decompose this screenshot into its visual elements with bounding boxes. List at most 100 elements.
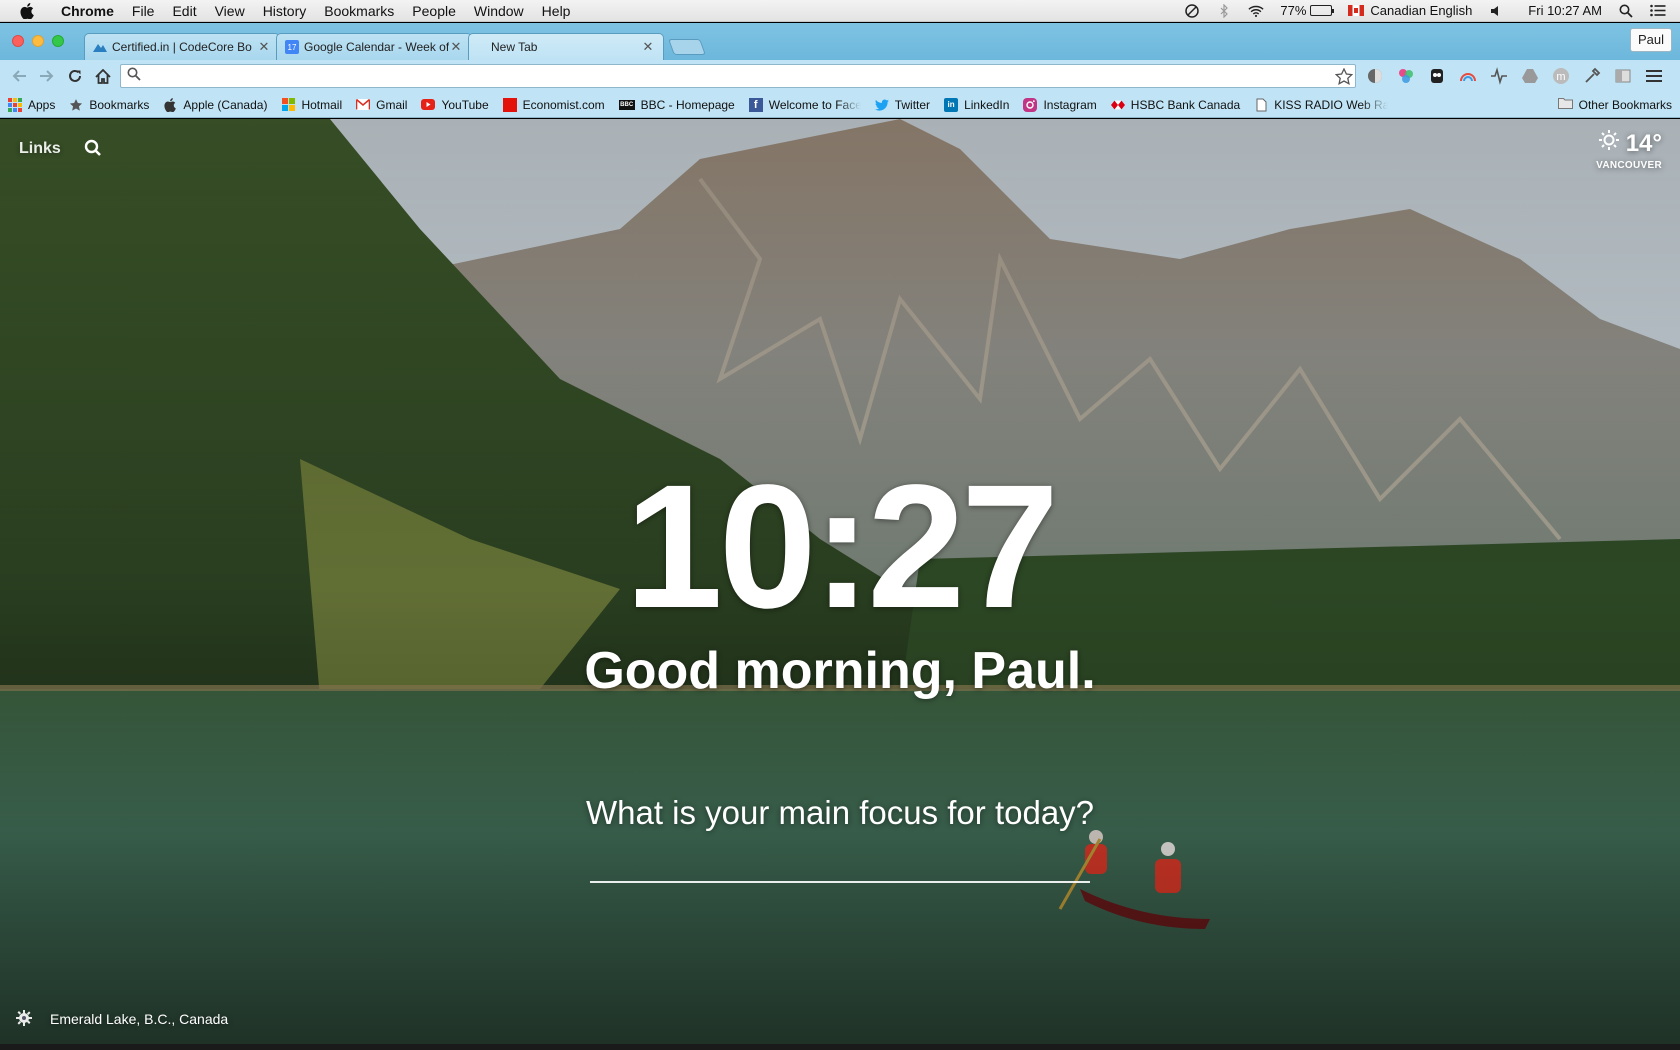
extension-m-icon[interactable]: m bbox=[1550, 65, 1572, 87]
input-source-label: Canadian English bbox=[1370, 3, 1473, 18]
tab-new-tab[interactable]: New Tab ✕ bbox=[468, 33, 664, 60]
notification-center-icon[interactable] bbox=[1650, 3, 1666, 19]
menu-file[interactable]: File bbox=[123, 0, 164, 22]
bookmark-label: LinkedIn bbox=[964, 97, 1010, 112]
browser-toolbar: m bbox=[0, 60, 1680, 92]
page-icon bbox=[1254, 98, 1268, 112]
youtube-icon bbox=[421, 98, 436, 112]
bookmark-label: Instagram bbox=[1043, 97, 1097, 112]
reload-button[interactable] bbox=[62, 63, 88, 89]
bookmark-label: Twitter bbox=[894, 97, 931, 112]
bookmark-apps[interactable]: Apps bbox=[8, 97, 55, 112]
settings-gear-icon[interactable] bbox=[15, 1009, 35, 1029]
tab-close-icon[interactable]: ✕ bbox=[257, 39, 271, 55]
extension-rainbow-icon[interactable] bbox=[1457, 65, 1479, 87]
focus-question: What is your main focus for today? bbox=[585, 794, 1095, 831]
focus-input[interactable] bbox=[590, 841, 1090, 881]
battery-indicator[interactable]: 77% bbox=[1280, 3, 1335, 18]
menu-window[interactable]: Window bbox=[465, 0, 533, 22]
input-source[interactable]: Canadian English bbox=[1348, 3, 1472, 18]
twitter-icon bbox=[874, 98, 889, 112]
bookmark-gmail[interactable]: Gmail bbox=[356, 98, 407, 112]
bookmark-facebook[interactable]: f Welcome to Faceboo bbox=[748, 97, 861, 112]
instagram-icon bbox=[1023, 97, 1038, 112]
bookmark-kiss-radio[interactable]: KISS RADIO Web Rad bbox=[1254, 98, 1388, 112]
bbc-icon: BBC bbox=[618, 99, 635, 110]
chrome-menu-icon[interactable] bbox=[1643, 65, 1665, 87]
menu-people[interactable]: People bbox=[403, 0, 465, 22]
extension-circle-icon[interactable] bbox=[1364, 65, 1386, 87]
main-clock: 10:27 bbox=[624, 449, 1059, 645]
menu-app-chrome[interactable]: Chrome bbox=[52, 0, 123, 22]
weather-city: VANCOUVER bbox=[1596, 160, 1662, 171]
extension-colorpick-icon[interactable] bbox=[1395, 65, 1417, 87]
bookmark-instagram[interactable]: Instagram bbox=[1023, 97, 1097, 112]
profile-button[interactable]: Paul bbox=[1629, 28, 1672, 52]
window-zoom-button[interactable] bbox=[52, 35, 64, 47]
forward-button[interactable] bbox=[34, 63, 60, 89]
tab-close-icon[interactable]: ✕ bbox=[449, 39, 463, 55]
bookmark-label: Apple (Canada) bbox=[183, 97, 268, 112]
apps-grid-icon bbox=[8, 97, 22, 112]
do-not-disturb-icon[interactable] bbox=[1184, 3, 1200, 19]
momentum-new-tab-page: Links 14° VANCOUVER 10:27 Good morning, … bbox=[0, 119, 1680, 1050]
extension-pulse-icon[interactable] bbox=[1488, 65, 1510, 87]
macos-menu-bar: Chrome File Edit View History Bookmarks … bbox=[0, 0, 1680, 22]
bookmark-hsbc[interactable]: HSBC Bank Canada bbox=[1110, 98, 1240, 112]
gmail-icon bbox=[356, 98, 371, 112]
omnibox[interactable] bbox=[120, 64, 1356, 88]
bookmark-linkedin[interactable]: in LinkedIn bbox=[944, 97, 1010, 112]
menu-history[interactable]: History bbox=[254, 0, 316, 22]
photo-location[interactable]: Emerald Lake, B.C., Canada bbox=[50, 1011, 228, 1027]
window-minimize-button[interactable] bbox=[32, 35, 44, 47]
window-close-button[interactable] bbox=[12, 35, 24, 47]
back-button[interactable] bbox=[6, 63, 32, 89]
search-icon[interactable] bbox=[84, 139, 104, 159]
bookmark-star-icon[interactable] bbox=[1333, 67, 1355, 85]
new-tab-button[interactable] bbox=[668, 39, 706, 55]
star-icon bbox=[69, 98, 83, 112]
bookmark-label: Gmail bbox=[376, 97, 408, 112]
omnibox-input[interactable] bbox=[141, 66, 1333, 86]
bluetooth-icon[interactable] bbox=[1216, 3, 1232, 19]
home-button[interactable] bbox=[90, 63, 116, 89]
battery-percent: 77% bbox=[1280, 3, 1307, 18]
menu-view[interactable]: View bbox=[206, 0, 254, 22]
bookmark-youtube[interactable]: YouTube bbox=[421, 97, 489, 112]
tab-title: Google Calendar - Week of bbox=[304, 40, 449, 54]
tab-close-icon[interactable]: ✕ bbox=[641, 39, 655, 55]
focus-input-underline bbox=[590, 881, 1090, 883]
extension-owl-icon[interactable] bbox=[1426, 65, 1448, 87]
tab-google-calendar[interactable]: 17 Google Calendar - Week of ✕ bbox=[276, 33, 472, 60]
wifi-icon[interactable] bbox=[1248, 3, 1264, 19]
bookmarks-bar: Apps Bookmarks Apple (Canada) Hotmail Gm… bbox=[0, 92, 1680, 118]
canada-flag-icon bbox=[1348, 5, 1365, 16]
extension-eyedropper-icon[interactable] bbox=[1581, 65, 1603, 87]
bookmark-bbc[interactable]: BBC BBC - Homepage bbox=[618, 98, 735, 112]
links-button[interactable]: Links bbox=[19, 140, 61, 158]
tab-codecore[interactable]: Certified.in | CodeCore Bo ✕ bbox=[84, 33, 280, 60]
bookmark-apple-canada[interactable]: Apple (Canada) bbox=[163, 98, 267, 112]
weather-widget[interactable]: 14° VANCOUVER bbox=[1596, 129, 1662, 172]
menu-help[interactable]: Help bbox=[533, 0, 580, 22]
bookmark-hotmail[interactable]: Hotmail bbox=[281, 98, 342, 112]
battery-icon bbox=[1310, 5, 1335, 16]
extension-panel-icon[interactable] bbox=[1612, 65, 1634, 87]
bookmark-label: YouTube bbox=[441, 97, 489, 112]
bookmark-bookmarks[interactable]: Bookmarks bbox=[69, 98, 149, 112]
extension-drive-icon[interactable] bbox=[1519, 65, 1541, 87]
menu-bookmarks[interactable]: Bookmarks bbox=[315, 0, 403, 22]
calendar-icon: 17 bbox=[285, 40, 299, 54]
bookmark-twitter[interactable]: Twitter bbox=[874, 97, 931, 112]
other-bookmarks-folder[interactable]: Other Bookmarks bbox=[1557, 97, 1672, 112]
bookmark-economist[interactable]: Economist.com bbox=[502, 97, 605, 112]
volume-icon[interactable] bbox=[1488, 3, 1504, 19]
weather-temperature: 14° bbox=[1625, 129, 1662, 157]
apple-menu-icon[interactable] bbox=[18, 2, 36, 20]
svg-text:m: m bbox=[1556, 71, 1565, 83]
economist-icon bbox=[502, 97, 517, 112]
codecore-icon bbox=[93, 40, 107, 54]
clock-datetime[interactable]: Fri 10:27 AM bbox=[1528, 3, 1602, 18]
spotlight-search-icon[interactable] bbox=[1618, 3, 1634, 19]
menu-edit[interactable]: Edit bbox=[163, 0, 205, 22]
